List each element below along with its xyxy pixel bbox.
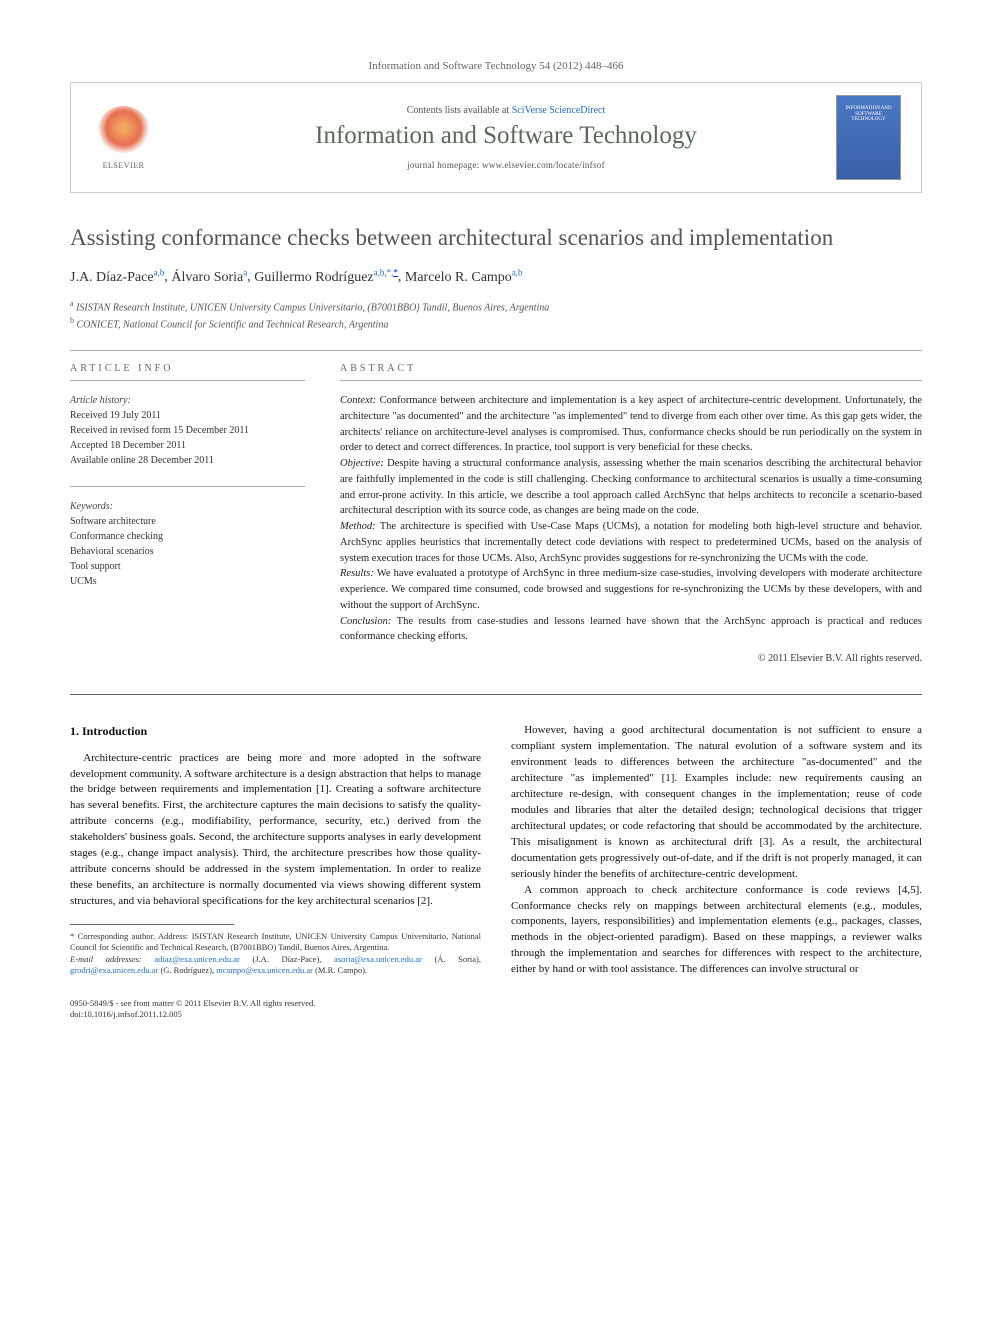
article-history: Article history: Received 19 July 2011 R… bbox=[70, 393, 305, 468]
article-info-column: ARTICLE INFO Article history: Received 1… bbox=[70, 363, 305, 664]
email-link[interactable]: adiaz@exa.unicen.edu.ar bbox=[154, 954, 239, 964]
elsevier-tree-icon bbox=[96, 106, 151, 161]
history-online: Available online 28 December 2011 bbox=[70, 453, 305, 468]
section-1-heading: 1. Introduction bbox=[70, 723, 481, 740]
corresponding-marker[interactable]: * bbox=[393, 267, 398, 277]
keywords-label: Keywords: bbox=[70, 499, 305, 514]
full-width-divider bbox=[70, 694, 922, 695]
email-link[interactable]: grodri@exa.unicen.edu.ar bbox=[70, 965, 158, 975]
abstract-body: Context: Conformance between architectur… bbox=[340, 393, 922, 645]
affiliation-b: CONICET, National Council for Scientific… bbox=[77, 319, 389, 330]
affiliations: a ISISTAN Research Institute, UNICEN Uni… bbox=[70, 298, 922, 333]
footnote-separator bbox=[70, 924, 234, 925]
keyword: Tool support bbox=[70, 559, 305, 574]
abstract-results: We have evaluated a prototype of ArchSyn… bbox=[340, 568, 922, 611]
citation-header: Information and Software Technology 54 (… bbox=[70, 60, 922, 72]
article-title: Assisting conformance checks between arc… bbox=[70, 223, 922, 253]
footer-front-matter: 0950-5849/$ - see front matter © 2011 El… bbox=[70, 998, 922, 1009]
corresponding-footnote: * Corresponding author. Address: ISISTAN… bbox=[70, 931, 481, 954]
sciencedirect-link[interactable]: SciVerse ScienceDirect bbox=[512, 105, 606, 116]
author-list: J.A. Díaz-Pacea,b, Álvaro Soriaa, Guille… bbox=[70, 267, 922, 286]
page-footer: 0950-5849/$ - see front matter © 2011 El… bbox=[70, 998, 922, 1020]
homepage-url[interactable]: www.elsevier.com/locate/infsof bbox=[482, 160, 605, 170]
elsevier-logo: ELSEVIER bbox=[91, 100, 156, 175]
email-footnote: E-mail addresses: adiaz@exa.unicen.edu.a… bbox=[70, 954, 481, 977]
publisher-name: ELSEVIER bbox=[103, 161, 145, 170]
history-revised: Received in revised form 15 December 201… bbox=[70, 423, 305, 438]
journal-title: Information and Software Technology bbox=[176, 122, 836, 150]
abstract-objective-label: Objective: bbox=[340, 458, 384, 469]
abstract-context: Conformance between architecture and imp… bbox=[340, 395, 922, 453]
journal-cover-thumbnail bbox=[836, 95, 901, 180]
abstract-conclusion-label: Conclusion: bbox=[340, 616, 391, 627]
abstract-results-label: Results: bbox=[340, 568, 374, 579]
abstract-conclusion: The results from case-studies and lesson… bbox=[340, 616, 922, 643]
footer-doi: doi:10.1016/j.infsof.2011.12.005 bbox=[70, 1009, 922, 1020]
author-4: Marcelo R. Campoa,b bbox=[405, 270, 523, 285]
body-para-3: A common approach to check architecture … bbox=[511, 883, 922, 979]
history-label: Article history: bbox=[70, 393, 305, 408]
keyword: Software architecture bbox=[70, 514, 305, 529]
abstract-method-label: Method: bbox=[340, 521, 376, 532]
abstract-heading: ABSTRACT bbox=[340, 363, 922, 374]
footnotes: * Corresponding author. Address: ISISTAN… bbox=[70, 931, 481, 977]
abstract-context-label: Context: bbox=[340, 395, 376, 406]
body-para-1: Architecture-centric practices are being… bbox=[70, 751, 481, 910]
contents-available-line: Contents lists available at SciVerse Sci… bbox=[176, 105, 836, 116]
history-accepted: Accepted 18 December 2011 bbox=[70, 438, 305, 453]
contents-prefix: Contents lists available at bbox=[407, 105, 512, 116]
keyword: Conformance checking bbox=[70, 529, 305, 544]
abstract-objective: Despite having a structural conformance … bbox=[340, 458, 922, 516]
author-1: J.A. Díaz-Pacea,b bbox=[70, 270, 164, 285]
divider bbox=[70, 350, 922, 351]
affiliation-a: ISISTAN Research Institute, UNICEN Unive… bbox=[76, 302, 549, 313]
keyword: UCMs bbox=[70, 574, 305, 589]
abstract-column: ABSTRACT Context: Conformance between ar… bbox=[340, 363, 922, 664]
journal-header-box: ELSEVIER Contents lists available at Sci… bbox=[70, 82, 922, 193]
emails-label: E-mail addresses: bbox=[70, 954, 142, 964]
body-text-columns: 1. Introduction Architecture-centric pra… bbox=[70, 723, 922, 978]
author-2: Álvaro Soriaa bbox=[171, 270, 247, 285]
email-link[interactable]: mcampo@exa.unicen.edu.ar bbox=[216, 965, 313, 975]
email-link[interactable]: asoria@exa.unicen.edu.ar bbox=[334, 954, 422, 964]
copyright-line: © 2011 Elsevier B.V. All rights reserved… bbox=[340, 653, 922, 664]
history-received: Received 19 July 2011 bbox=[70, 408, 305, 423]
body-para-2: However, having a good architectural doc… bbox=[511, 723, 922, 882]
homepage-prefix: journal homepage: bbox=[407, 160, 482, 170]
article-info-heading: ARTICLE INFO bbox=[70, 363, 305, 374]
journal-homepage: journal homepage: www.elsevier.com/locat… bbox=[176, 160, 836, 170]
keywords-block: Keywords: Software architecture Conforma… bbox=[70, 499, 305, 589]
keyword: Behavioral scenarios bbox=[70, 544, 305, 559]
abstract-method: The architecture is specified with Use-C… bbox=[340, 521, 922, 564]
author-3: Guillermo Rodrígueza,b,*,* bbox=[254, 270, 398, 285]
